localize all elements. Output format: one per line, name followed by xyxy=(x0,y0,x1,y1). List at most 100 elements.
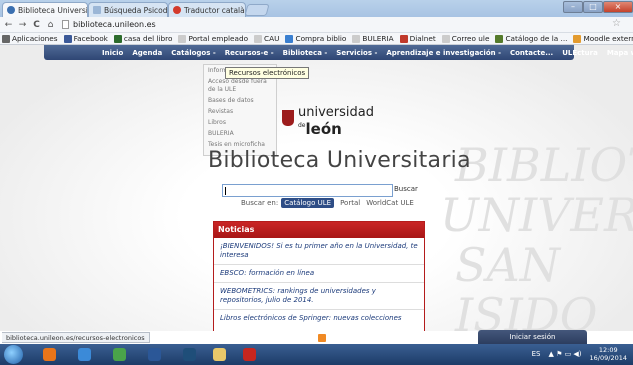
bookmark-label: Portal empleado xyxy=(188,34,249,43)
home-icon[interactable]: ⌂ xyxy=(45,20,56,30)
new-tab-button[interactable] xyxy=(244,4,270,16)
browser-tab-strip: Biblioteca Universita × Búsqueda Psicodo… xyxy=(0,0,633,17)
tab-psicodoc[interactable]: Búsqueda Psicodoc × xyxy=(88,2,168,17)
taskbar-app-firefox[interactable] xyxy=(36,346,62,363)
bookmark-item[interactable]: Correo ule xyxy=(441,34,490,43)
system-tray: ES ▲ ⚑ ▭ ◀) 12:09 16/09/2014 xyxy=(532,346,627,362)
bookmark-label: Correo ule xyxy=(451,34,490,43)
search-button[interactable]: Buscar xyxy=(394,185,418,193)
back-arrow-icon[interactable]: ← xyxy=(3,20,14,30)
bookmark-item[interactable]: Dialnet xyxy=(399,34,436,43)
acrobat-icon xyxy=(242,348,256,361)
nav-item[interactable]: Servicios - xyxy=(336,49,377,57)
scope-option-worldcat[interactable]: WorldCat ULE xyxy=(366,199,414,207)
nav-item[interactable]: Mapa web xyxy=(607,49,633,57)
language-indicator[interactable]: ES xyxy=(532,350,541,358)
university-logo[interactable]: universidad deleón xyxy=(282,105,374,137)
bookmark-item[interactable]: CAU xyxy=(254,34,279,43)
bookmark-label: BULERIA xyxy=(362,34,394,43)
watermark-line: SAN ISIDO xyxy=(455,238,598,331)
scope-option-catalogo[interactable]: Catálogo ULE xyxy=(281,198,335,208)
nav-item[interactable]: Aprendizaje e investigación - xyxy=(386,49,501,57)
explorer-icon xyxy=(212,348,226,361)
taskbar-app-word[interactable] xyxy=(141,346,167,363)
taskbar-app-acrobat[interactable] xyxy=(236,346,262,363)
nav-item[interactable]: Recursos-e - xyxy=(225,49,274,57)
close-window-button[interactable]: × xyxy=(603,1,633,13)
dropdown-item[interactable]: Bases de datos xyxy=(208,97,272,105)
search-input[interactable] xyxy=(222,184,393,197)
dialnet-icon xyxy=(399,34,408,43)
news-panel: Noticias ¡BIENVENIDOS! Si es tu primer a… xyxy=(213,221,425,331)
news-item[interactable]: Libros electrónicos de Springer: nuevas … xyxy=(214,310,424,327)
moodle-icon xyxy=(573,34,582,43)
nav-item[interactable]: Biblioteca - xyxy=(283,49,328,57)
page-content: BIBLIOTE UNIVERSITA SAN ISIDO Inicio Agen… xyxy=(0,45,633,331)
page-icon xyxy=(62,20,69,29)
dropdown-item[interactable]: Revistas xyxy=(208,108,272,116)
address-bar: ← → C ⌂ biblioteca.unileon.es ☆ xyxy=(0,17,633,33)
catalog-icon xyxy=(495,34,504,43)
tab-traductor[interactable]: Traductor català / esp × xyxy=(168,2,246,17)
cau-icon xyxy=(254,34,263,43)
chrome-icon xyxy=(112,348,126,361)
nav-item[interactable]: Catálogos - xyxy=(171,49,215,57)
taskbar-app-media-player[interactable] xyxy=(176,346,202,363)
bookmark-label: Compra biblio xyxy=(295,34,347,43)
news-item[interactable]: ¡BIENVENIDOS! Si es tu primer año en la … xyxy=(214,238,424,265)
page-icon xyxy=(93,6,101,14)
bookmark-item[interactable]: Moodle externo xyxy=(573,34,633,43)
chrome-old-icon xyxy=(77,348,91,361)
tray-icons[interactable]: ▲ ⚑ ▭ ◀) xyxy=(548,350,581,358)
login-button[interactable]: Iniciar sesión xyxy=(478,330,587,344)
main-navigation: Inicio Agenda Catálogos - Recursos-e - Bibli… xyxy=(44,45,633,60)
url-field[interactable]: biblioteca.unileon.es xyxy=(62,19,156,31)
rss-icon[interactable] xyxy=(318,334,326,342)
taskbar-app-chrome-old[interactable] xyxy=(71,346,97,363)
bookmark-item[interactable]: Catálogo de la ... xyxy=(495,34,567,43)
bookmark-item[interactable]: Facebook xyxy=(63,34,108,43)
dropdown-item[interactable]: BULERIA xyxy=(208,130,272,138)
taskbar-app-chrome[interactable] xyxy=(106,346,132,363)
dropdown-item[interactable]: Libros xyxy=(208,119,272,127)
reload-icon[interactable]: C xyxy=(31,20,42,30)
maximize-button[interactable]: □ xyxy=(583,1,603,13)
search-scope: Buscar en: Catálogo ULE Portal WorldCat … xyxy=(241,198,414,208)
watermark-line: BIBLIOTE xyxy=(455,138,633,192)
forward-arrow-icon[interactable]: → xyxy=(17,20,28,30)
shield-icon xyxy=(282,110,294,126)
start-button-icon[interactable] xyxy=(4,345,23,364)
dropdown-item[interactable]: Acceso desde fuera de la ULE xyxy=(208,78,272,94)
bookmark-label: Moodle externo xyxy=(583,34,633,43)
taskbar-app-explorer[interactable] xyxy=(206,346,232,363)
news-item[interactable]: EBSCO: formación en línea xyxy=(214,265,424,283)
cart-icon xyxy=(285,34,294,43)
bookmark-item[interactable]: BULERIA xyxy=(352,34,394,43)
scope-option-portal[interactable]: Portal xyxy=(340,199,360,207)
bookmark-star-icon[interactable]: ☆ xyxy=(612,18,621,29)
minimize-button[interactable]: – xyxy=(563,1,583,13)
bookmark-label: Dialnet xyxy=(409,34,436,43)
tab-biblioteca[interactable]: Biblioteca Universita × xyxy=(2,2,88,17)
tab-title: Búsqueda Psicodoc xyxy=(104,5,168,15)
nav-item[interactable]: Contacte... xyxy=(510,49,553,57)
news-item[interactable]: WEBOMETRICS: rankings de universidades y… xyxy=(214,283,424,310)
bookmark-item[interactable]: Aplicaciones xyxy=(2,34,58,43)
bookmark-label: CAU xyxy=(264,34,280,43)
tab-title: Traductor català / esp xyxy=(184,5,245,15)
bookmark-label: Aplicaciones xyxy=(12,34,58,43)
watermark-line: UNIVERSITA xyxy=(440,188,633,242)
bookmark-item[interactable]: casa del libro xyxy=(113,34,172,43)
bookmark-item[interactable]: Portal empleado xyxy=(178,34,248,43)
clock[interactable]: 12:09 16/09/2014 xyxy=(590,346,627,362)
status-url: biblioteca.unileon.es/recursos-electroni… xyxy=(2,332,150,343)
page-icon xyxy=(441,34,450,43)
bookmark-item[interactable]: Compra biblio xyxy=(285,34,346,43)
nav-item[interactable]: ULEctura xyxy=(562,49,598,57)
media-player-icon xyxy=(182,348,196,361)
search-scope-label: Buscar en: xyxy=(241,199,279,207)
nav-item[interactable]: Inicio xyxy=(102,49,123,57)
page-icon xyxy=(352,34,361,43)
logo-line1: universidad xyxy=(298,105,374,120)
nav-item[interactable]: Agenda xyxy=(132,49,162,57)
